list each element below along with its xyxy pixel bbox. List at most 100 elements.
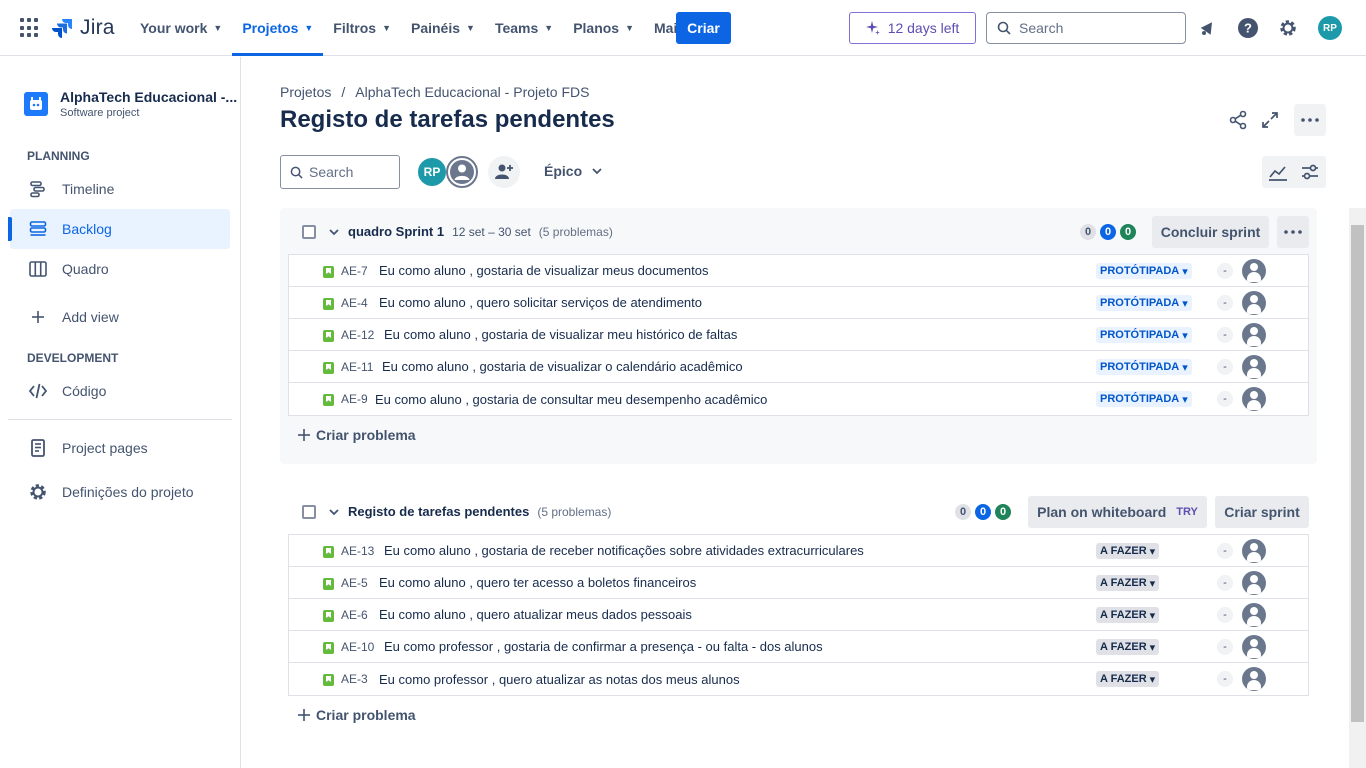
nav-projetos[interactable]: Projetos ▼: [232, 0, 324, 56]
issue-row[interactable]: AE-6 Eu como aluno , quero atualizar meu…: [289, 599, 1308, 631]
estimate-badge[interactable]: -: [1217, 359, 1233, 375]
unassigned-avatar-icon[interactable]: [1242, 355, 1266, 379]
epic-filter-dropdown[interactable]: Épico: [544, 163, 602, 179]
unassigned-avatar-icon[interactable]: [1242, 635, 1266, 659]
sidebar-item-add-view[interactable]: Add view: [10, 297, 230, 337]
estimate-badge[interactable]: -: [1217, 391, 1233, 407]
expand-icon[interactable]: [1254, 104, 1286, 136]
issue-key[interactable]: AE-4: [341, 296, 368, 310]
unassigned-avatar-icon[interactable]: [1242, 387, 1266, 411]
breadcrumb-projetos[interactable]: Projetos: [280, 84, 331, 100]
sprint-select-checkbox[interactable]: [302, 224, 316, 239]
filter-avatar-rp[interactable]: RP: [416, 156, 448, 188]
sidebar-item-backlog[interactable]: Backlog: [8, 209, 230, 249]
estimate-badge[interactable]: -: [1217, 639, 1233, 655]
nav-your-work[interactable]: Your work ▼: [130, 0, 232, 56]
global-search-input[interactable]: Search: [986, 12, 1186, 44]
issue-key[interactable]: AE-9: [341, 392, 368, 406]
issue-key[interactable]: AE-3: [341, 672, 368, 686]
chevron-down-icon[interactable]: [328, 506, 340, 518]
create-button[interactable]: Criar: [676, 12, 731, 44]
unassigned-avatar-icon[interactable]: [1242, 259, 1266, 283]
issue-summary[interactable]: Eu como aluno , quero solicitar serviços…: [379, 295, 702, 310]
estimate-badge[interactable]: -: [1217, 295, 1233, 311]
status-dropdown[interactable]: A FAZER ▾: [1096, 639, 1160, 655]
complete-sprint-button[interactable]: Concluir sprint: [1152, 216, 1269, 248]
estimate-badge[interactable]: -: [1217, 263, 1233, 279]
status-dropdown[interactable]: PROTÓTIPADA ▾: [1096, 359, 1192, 375]
unassigned-avatar-icon[interactable]: [1242, 323, 1266, 347]
issue-row[interactable]: AE-13 Eu como aluno , gostaria de recebe…: [289, 535, 1308, 567]
issue-summary[interactable]: Eu como aluno , gostaria de visualizar o…: [382, 359, 743, 374]
unassigned-avatar-icon[interactable]: [1242, 571, 1266, 595]
trial-button[interactable]: 12 days left: [849, 12, 976, 44]
issue-summary[interactable]: Eu como aluno , quero ter acesso a bolet…: [379, 575, 696, 590]
sidebar-item-codigo[interactable]: Código: [10, 371, 230, 411]
filter-avatar-unassigned[interactable]: [446, 156, 478, 188]
nav-planos[interactable]: Planos ▼: [563, 0, 644, 56]
estimate-badge[interactable]: -: [1217, 327, 1233, 343]
more-actions-icon[interactable]: [1294, 104, 1326, 136]
issue-summary[interactable]: Eu como professor , gostaria de confirma…: [384, 639, 823, 654]
sidebar-item-project-pages[interactable]: Project pages: [10, 428, 230, 468]
issue-summary[interactable]: Eu como aluno , gostaria de visualizar m…: [384, 327, 737, 342]
unassigned-avatar-icon[interactable]: [1242, 539, 1266, 563]
issue-row[interactable]: AE-11 Eu como aluno , gostaria de visual…: [289, 351, 1308, 383]
sprint-more-icon[interactable]: [1277, 216, 1309, 248]
unassigned-avatar-icon[interactable]: [1242, 291, 1266, 315]
insights-chart-icon[interactable]: [1262, 156, 1294, 188]
issue-summary[interactable]: Eu como aluno , quero atualizar meus dad…: [379, 607, 692, 622]
breadcrumb-project[interactable]: AlphaTech Educacional - Projeto FDS: [355, 84, 589, 100]
sidebar-item-timeline[interactable]: Timeline: [10, 169, 230, 209]
issue-summary[interactable]: Eu como aluno , gostaria de consultar me…: [375, 392, 767, 407]
notifications-icon[interactable]: [1196, 16, 1220, 40]
estimate-badge[interactable]: -: [1217, 575, 1233, 591]
help-icon[interactable]: ?: [1236, 16, 1260, 40]
estimate-badge[interactable]: -: [1217, 671, 1233, 687]
view-settings-icon[interactable]: [1294, 156, 1326, 188]
status-dropdown[interactable]: A FAZER ▾: [1096, 671, 1160, 687]
sidebar-item-quadro[interactable]: Quadro: [10, 249, 230, 289]
nav-paineis[interactable]: Painéis ▼: [401, 0, 485, 56]
issue-key[interactable]: AE-12: [341, 328, 374, 342]
app-switcher-icon[interactable]: [20, 18, 40, 38]
status-dropdown[interactable]: PROTÓTIPADA ▾: [1096, 391, 1192, 407]
issue-summary[interactable]: Eu como aluno , gostaria de receber noti…: [384, 543, 864, 558]
nav-teams[interactable]: Teams ▼: [485, 0, 563, 56]
settings-gear-icon[interactable]: [1276, 16, 1300, 40]
issue-row[interactable]: AE-10 Eu como professor , gostaria de co…: [289, 631, 1308, 663]
issue-key[interactable]: AE-13: [341, 544, 374, 558]
issue-row[interactable]: AE-9 Eu como aluno , gostaria de consult…: [289, 383, 1308, 415]
status-dropdown[interactable]: A FAZER ▾: [1096, 575, 1160, 591]
status-dropdown[interactable]: A FAZER ▾: [1096, 607, 1160, 623]
status-dropdown[interactable]: A FAZER ▾: [1096, 543, 1160, 559]
issue-key[interactable]: AE-6: [341, 608, 368, 622]
issue-row[interactable]: AE-5 Eu como aluno , quero ter acesso a …: [289, 567, 1308, 599]
project-header[interactable]: AlphaTech Educacional -... Software proj…: [24, 89, 237, 119]
issue-row[interactable]: AE-12 Eu como aluno , gostaria de visual…: [289, 319, 1308, 351]
user-avatar[interactable]: RP: [1318, 16, 1342, 40]
issue-row[interactable]: AE-4 Eu como aluno , quero solicitar ser…: [289, 287, 1308, 319]
create-sprint-button[interactable]: Criar sprint: [1215, 496, 1309, 528]
share-icon[interactable]: [1222, 104, 1254, 136]
status-dropdown[interactable]: PROTÓTIPADA ▾: [1096, 263, 1192, 279]
issue-key[interactable]: AE-10: [341, 640, 374, 654]
jira-logo[interactable]: Jira: [52, 16, 115, 40]
issue-summary[interactable]: Eu como professor , quero atualizar as n…: [379, 672, 740, 687]
status-dropdown[interactable]: PROTÓTIPADA ▾: [1096, 327, 1192, 343]
issue-row[interactable]: AE-3 Eu como professor , quero atualizar…: [289, 663, 1308, 695]
sprint-create-issue-button[interactable]: Criar problema: [298, 427, 416, 443]
backlog-select-checkbox[interactable]: [302, 504, 316, 519]
unassigned-avatar-icon[interactable]: [1242, 667, 1266, 691]
unassigned-avatar-icon[interactable]: [1242, 603, 1266, 627]
status-dropdown[interactable]: PROTÓTIPADA ▾: [1096, 295, 1192, 311]
issue-key[interactable]: AE-7: [341, 264, 368, 278]
nav-filtros[interactable]: Filtros ▼: [323, 0, 401, 56]
chevron-down-icon[interactable]: [328, 226, 340, 238]
sidebar-item-project-settings[interactable]: Definições do projeto: [10, 472, 230, 512]
scrollbar-thumb[interactable]: [1351, 225, 1364, 722]
backlog-search-input[interactable]: Search: [280, 155, 400, 189]
issue-key[interactable]: AE-5: [341, 576, 368, 590]
estimate-badge[interactable]: -: [1217, 607, 1233, 623]
backlog-create-issue-button[interactable]: Criar problema: [298, 707, 416, 723]
